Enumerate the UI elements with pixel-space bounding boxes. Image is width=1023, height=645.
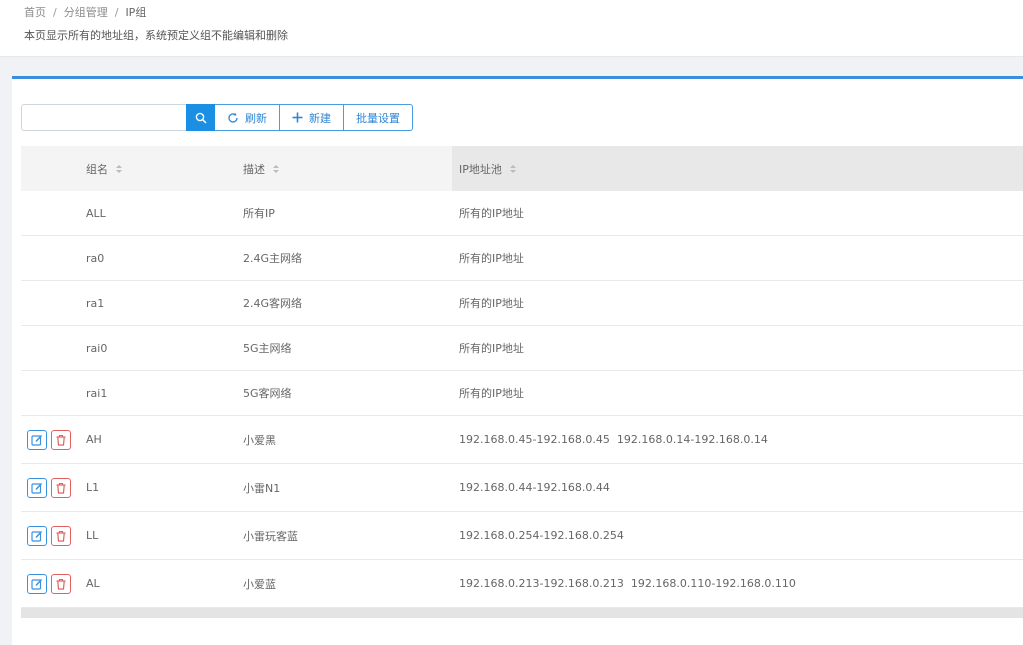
cell-group-name: L1 xyxy=(86,481,100,494)
cell-ip-pool: 192.168.0.254-192.168.0.254 xyxy=(459,529,624,542)
cell-group-name: ALL xyxy=(86,206,106,220)
cell-ip-pool: 192.168.0.213-192.168.0.213 192.168.0.11… xyxy=(459,577,796,590)
cell-group-name: LL xyxy=(86,529,99,542)
edit-button[interactable] xyxy=(27,429,47,450)
edit-icon xyxy=(31,578,43,590)
cell-description: 小爱黑 xyxy=(243,433,276,447)
cell-description: 小雷玩客蓝 xyxy=(243,529,298,543)
search-icon xyxy=(195,112,207,124)
row-actions xyxy=(27,560,71,607)
breadcrumb-home[interactable]: 首页 xyxy=(24,4,46,20)
cell-description: 2.4G主网络 xyxy=(243,252,303,265)
edit-button[interactable] xyxy=(27,525,47,546)
column-header-desc[interactable]: 描述 xyxy=(243,146,279,191)
table-header: 组名 描述 IP地址池 xyxy=(21,146,1023,191)
cell-group-name: ra0 xyxy=(86,251,105,265)
plus-icon xyxy=(292,112,303,123)
breadcrumb-separator: / xyxy=(114,5,119,19)
delete-button[interactable] xyxy=(51,477,71,498)
sort-icon xyxy=(509,164,516,173)
table-row[interactable]: AL 小爱蓝 192.168.0.213-192.168.0.213 192.168… xyxy=(21,560,1023,608)
table-row[interactable]: L1 小雷N1 192.168.0.44-192.168.0.44 xyxy=(21,464,1023,512)
delete-button[interactable] xyxy=(51,573,71,594)
batch-settings-button[interactable]: 批量设置 xyxy=(344,104,413,131)
cell-group-name: rai0 xyxy=(86,341,108,355)
toolbar: 刷新 新建 批量设置 xyxy=(21,104,413,131)
column-header-ip[interactable]: IP地址池 xyxy=(459,146,516,191)
cell-ip-pool: 192.168.0.45-192.168.0.45 192.168.0.14-1… xyxy=(459,433,768,446)
edit-icon xyxy=(31,530,43,542)
trash-icon xyxy=(55,482,67,494)
refresh-icon xyxy=(227,112,239,124)
row-actions xyxy=(27,416,71,463)
cell-group-name: AH xyxy=(86,433,102,446)
refresh-label: 刷新 xyxy=(245,111,267,125)
edit-button[interactable] xyxy=(27,573,47,594)
table-row[interactable]: rai0 5G主网络 所有的IP地址 xyxy=(21,326,1023,371)
table-body: ALL 所有IP 所有的IP地址 ra0 2.4G主网络 所有的IP地址 ra1 2.4G客网… xyxy=(21,191,1023,608)
cell-description: 5G主网络 xyxy=(243,342,292,355)
table-row[interactable]: ALL 所有IP 所有的IP地址 xyxy=(21,191,1023,236)
cell-ip-pool: 所有的IP地址 xyxy=(459,207,524,220)
breadcrumb-group-management[interactable]: 分组管理 xyxy=(64,4,108,20)
cell-description: 2.4G客网络 xyxy=(243,297,303,310)
breadcrumb-separator: / xyxy=(53,5,57,19)
search-button[interactable] xyxy=(186,104,215,131)
sort-icon xyxy=(116,164,122,173)
trash-icon xyxy=(55,578,67,590)
table-row[interactable]: AH 小爱黑 192.168.0.45-192.168.0.45 192.168.0… xyxy=(21,416,1023,464)
cell-description: 5G客网络 xyxy=(243,387,292,400)
edit-button[interactable] xyxy=(27,477,47,498)
sort-icon xyxy=(273,164,279,173)
trash-icon xyxy=(55,434,67,446)
new-button[interactable]: 新建 xyxy=(280,104,344,131)
search-input[interactable] xyxy=(21,104,186,131)
delete-button[interactable] xyxy=(51,429,71,450)
ip-group-table: 组名 描述 IP地址池 ALL 所有IP 所有的IP地址 ra0 2.4G主网络 所有的I… xyxy=(21,146,1023,618)
cell-description: 小雷N1 xyxy=(243,481,281,495)
content-panel: 刷新 新建 批量设置 组名 描述 IP地址池 ALL 所有IP 所有的IP地址 … xyxy=(12,76,1023,645)
breadcrumb-current: IP组 xyxy=(125,6,147,19)
horizontal-scrollbar[interactable] xyxy=(21,608,1023,618)
cell-ip-pool: 所有的IP地址 xyxy=(459,342,524,355)
breadcrumb: 首页 / 分组管理 / IP组 xyxy=(24,4,146,20)
refresh-button[interactable]: 刷新 xyxy=(215,104,280,131)
page-header: 首页 / 分组管理 / IP组 本页显示所有的地址组，系统预定义组不能编辑和删除 xyxy=(0,0,1023,57)
trash-icon xyxy=(55,530,67,542)
table-row[interactable]: rai1 5G客网络 所有的IP地址 xyxy=(21,371,1023,416)
batch-settings-label: 批量设置 xyxy=(356,111,400,125)
cell-ip-pool: 所有的IP地址 xyxy=(459,387,524,400)
table-row[interactable]: ra0 2.4G主网络 所有的IP地址 xyxy=(21,236,1023,281)
page-description: 本页显示所有的地址组，系统预定义组不能编辑和删除 xyxy=(24,29,288,42)
cell-group-name: ra1 xyxy=(86,296,105,310)
cell-ip-pool: 所有的IP地址 xyxy=(459,297,524,310)
cell-description: 小爱蓝 xyxy=(243,577,276,591)
row-actions xyxy=(27,512,71,559)
edit-icon xyxy=(31,482,43,494)
cell-group-name: AL xyxy=(86,577,100,590)
row-actions xyxy=(27,464,71,511)
delete-button[interactable] xyxy=(51,525,71,546)
cell-description: 所有IP xyxy=(243,207,275,220)
edit-icon xyxy=(31,434,43,446)
table-row[interactable]: ra1 2.4G客网络 所有的IP地址 xyxy=(21,281,1023,326)
column-header-name[interactable]: 组名 xyxy=(86,146,122,191)
table-row[interactable]: LL 小雷玩客蓝 192.168.0.254-192.168.0.254 xyxy=(21,512,1023,560)
cell-ip-pool: 192.168.0.44-192.168.0.44 xyxy=(459,481,610,494)
new-label: 新建 xyxy=(309,111,331,125)
cell-ip-pool: 所有的IP地址 xyxy=(459,252,524,265)
cell-group-name: rai1 xyxy=(86,386,108,400)
